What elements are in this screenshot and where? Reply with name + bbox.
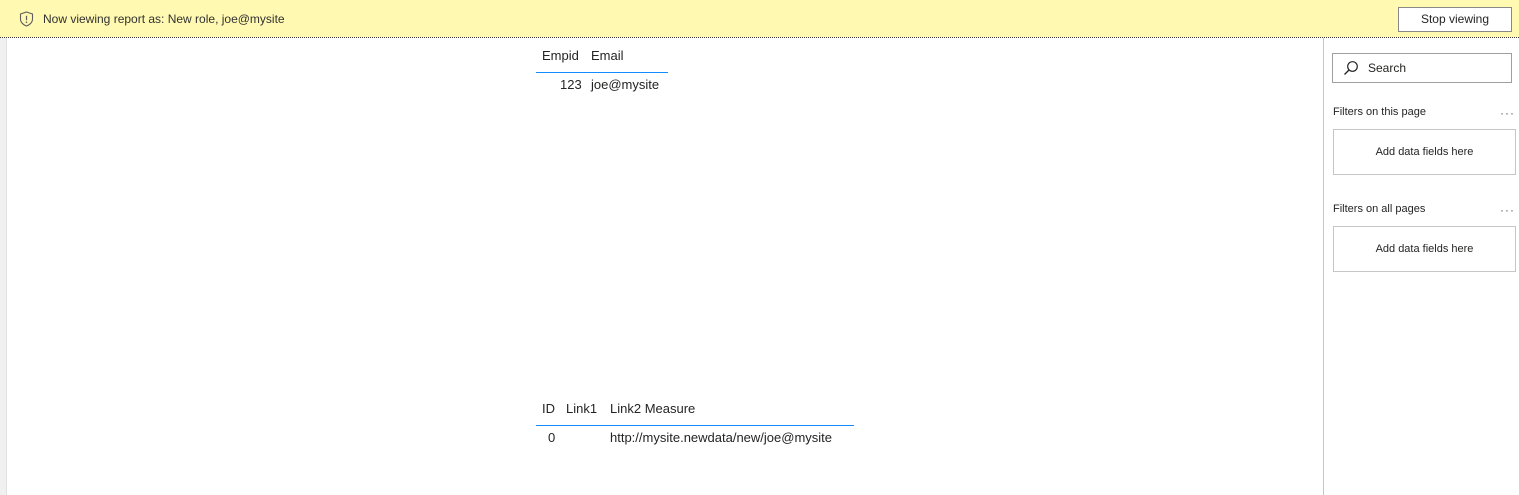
filters-on-this-page-label: Filters on this page [1333,106,1426,118]
column-header-link1[interactable]: Link1 [566,401,597,416]
page-filters-drop-zone[interactable]: Add data fields here [1333,129,1516,175]
search-icon [1344,61,1358,75]
filters-on-all-pages-label: Filters on all pages [1333,203,1426,215]
column-header-empid[interactable]: Empid [542,48,579,63]
report-canvas: Empid Email 123 joe@mysite ID Link1 Link… [7,38,1323,495]
more-options-icon[interactable]: ··· [1500,106,1515,120]
viewing-as-banner: Now viewing report as: New role, joe@mys… [0,0,1519,38]
more-options-icon[interactable]: ··· [1500,203,1515,217]
header-underline [536,72,668,73]
cell-email: joe@mysite [591,77,660,92]
left-gutter [0,38,7,495]
column-header-email[interactable]: Email [591,48,624,63]
cell-link2-measure[interactable]: http://mysite.newdata/new/joe@mysite [610,430,832,445]
cell-id: 0 [548,430,556,445]
filters-pane: Search Filters on this page ··· Add data… [1323,38,1519,495]
links-table[interactable]: ID Link1 Link2 Measure 0 http://mysite.n… [536,401,856,451]
column-header-link2-measure[interactable]: Link2 Measure [610,401,695,416]
filter-search-input[interactable]: Search [1332,53,1512,83]
employee-table[interactable]: Empid Email 123 joe@mysite [536,48,676,98]
search-placeholder: Search [1368,61,1407,75]
cell-empid: 123 [560,77,582,92]
shield-icon [19,11,34,27]
header-underline [536,425,854,426]
column-header-id[interactable]: ID [542,401,555,416]
banner-message: Now viewing report as: New role, joe@mys… [43,12,285,26]
stop-viewing-button[interactable]: Stop viewing [1398,7,1512,32]
all-pages-filters-drop-zone[interactable]: Add data fields here [1333,226,1516,272]
